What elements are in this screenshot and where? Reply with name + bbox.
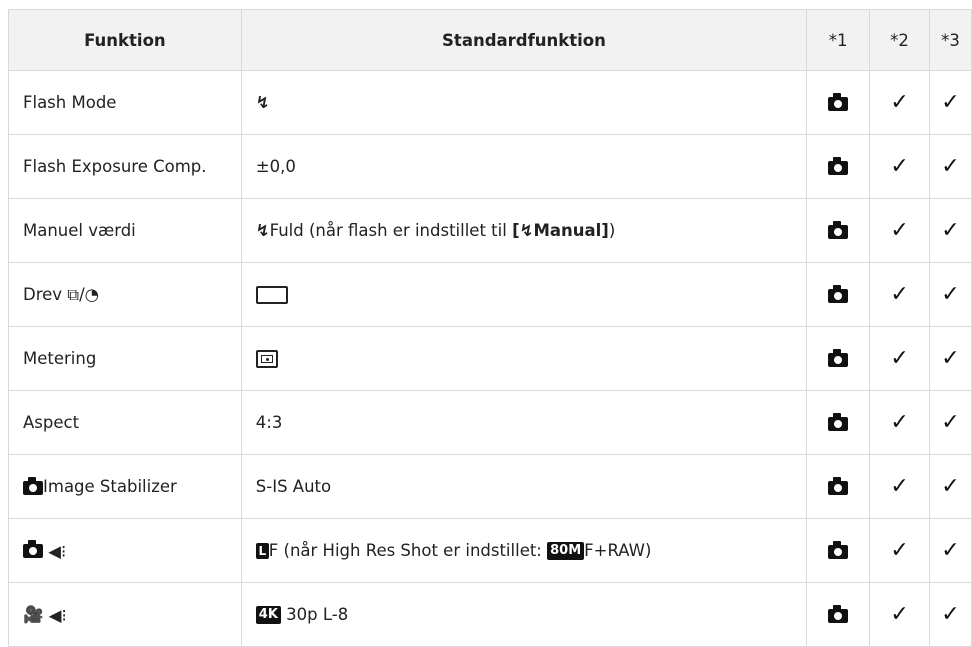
table-row: Image Stabilizer S-IS Auto ✓ ✓ [8, 454, 972, 519]
header-note-3: *3 [929, 9, 972, 71]
table-row: Flash Exposure Comp. ±0,0 ✓ ✓ [8, 134, 972, 199]
flash-icon: ↯ [255, 93, 270, 112]
row-value: 4K 30p L-8 [240, 582, 808, 647]
flash-icon: ↯ [255, 221, 270, 240]
check-icon: ✓ [941, 217, 960, 243]
check-icon: ✓ [941, 537, 960, 563]
row-value: ↯ [240, 70, 808, 135]
row-value: LF (når High Res Shot er indstillet: 80M… [240, 518, 808, 583]
camera-icon [828, 540, 849, 559]
resolution-badge: 80M [547, 542, 585, 561]
table-row: Aspect 4:3 ✓ ✓ [8, 390, 972, 455]
row-label: Aspect [8, 390, 242, 455]
table-row: Flash Mode ↯ ✓ ✓ [8, 70, 972, 135]
check-icon: ✓ [941, 409, 960, 435]
row-label: Metering [8, 326, 242, 391]
check-icon: ✓ [890, 153, 909, 179]
row-value [240, 262, 808, 327]
check-icon: ✓ [941, 601, 960, 627]
camera-icon [23, 476, 43, 495]
row-label: Manuel værdi [8, 198, 242, 263]
row-value [240, 326, 808, 391]
row-value: ±0,0 [240, 134, 808, 199]
header-funktion: Funktion [8, 9, 242, 71]
header-note-1: *1 [806, 9, 871, 71]
flash-icon: ↯ [519, 221, 534, 240]
row-value: S-IS Auto [240, 454, 808, 519]
check-icon: ✓ [941, 153, 960, 179]
row-label: Flash Mode [8, 70, 242, 135]
table-row: Manuel værdi ↯Fuld (når flash er indstil… [8, 198, 972, 263]
check-icon: ✓ [890, 409, 909, 435]
row-value: ↯Fuld (når flash er indstillet til [↯Man… [240, 198, 808, 263]
camera-icon [828, 412, 849, 431]
check-icon: ✓ [941, 473, 960, 499]
camera-icon [828, 220, 849, 239]
check-icon: ✓ [890, 537, 909, 563]
metering-icon [255, 350, 278, 369]
header-standardfunktion: Standardfunktion [240, 9, 808, 71]
check-icon: ✓ [941, 89, 960, 115]
4k-badge: 4K [255, 606, 281, 625]
row-label: ◀⁝ [8, 518, 242, 583]
table-row: ◀⁝ LF (når High Res Shot er indstillet: … [8, 518, 972, 583]
sequential-shooting-icon: ⧉ [67, 284, 80, 304]
row-label: Drev ⧉/◔ [8, 262, 242, 327]
row-label: Flash Exposure Comp. [8, 134, 242, 199]
check-icon: ✓ [890, 217, 909, 243]
row-label: Image Stabilizer [8, 454, 242, 519]
check-icon: ✓ [941, 345, 960, 371]
self-timer-icon: ◔ [84, 284, 100, 304]
camera-icon [828, 156, 849, 175]
image-quality-icon: ◀⁝ [48, 541, 67, 561]
camera-icon [828, 92, 849, 111]
image-quality-icon: ◀⁝ [48, 605, 67, 625]
check-icon: ✓ [890, 601, 909, 627]
row-value: 4:3 [240, 390, 808, 455]
large-size-icon: L [255, 543, 269, 560]
camera-icon [23, 540, 43, 558]
check-icon: ✓ [890, 345, 909, 371]
table-row: 🎥 ◀⁝ 4K 30p L-8 ✓ ✓ [8, 582, 972, 647]
camera-icon [828, 476, 849, 495]
single-frame-icon [255, 286, 288, 305]
table-row: Metering ✓ ✓ [8, 326, 972, 391]
table-header-row: Funktion Standardfunktion *1 *2 *3 [8, 9, 972, 71]
table-row: Drev ⧉/◔ ✓ ✓ [8, 262, 972, 327]
check-icon: ✓ [890, 89, 909, 115]
camera-icon [828, 604, 849, 623]
settings-table: Funktion Standardfunktion *1 *2 *3 Flash… [8, 9, 972, 647]
camera-icon [828, 284, 849, 303]
check-icon: ✓ [890, 473, 909, 499]
header-note-2: *2 [869, 9, 931, 71]
camera-icon [828, 348, 849, 367]
row-label: 🎥 ◀⁝ [8, 582, 242, 647]
check-icon: ✓ [941, 281, 960, 307]
movie-icon: 🎥 [23, 604, 44, 624]
check-icon: ✓ [890, 281, 909, 307]
